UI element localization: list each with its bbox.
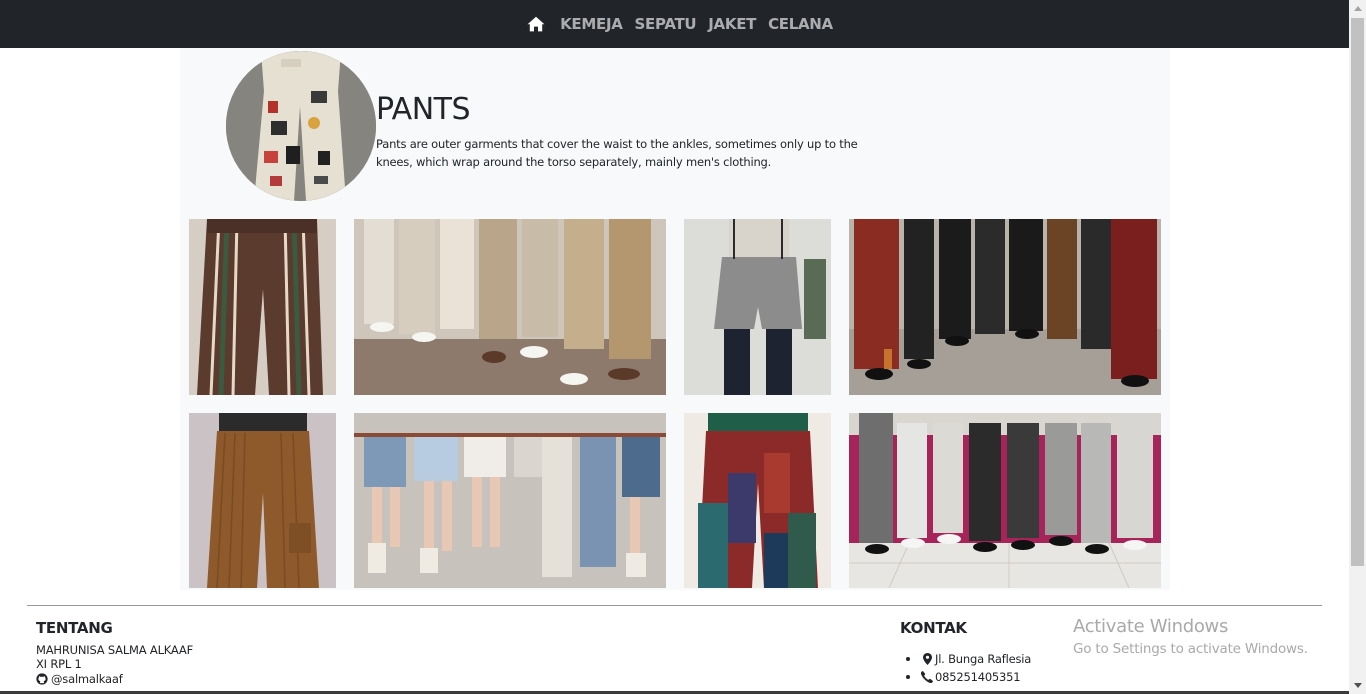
gallery-photo-girls-skirts-denim[interactable] <box>354 413 666 588</box>
scrollbar-thumb[interactable] <box>1351 18 1364 566</box>
scroll-down-arrow-icon[interactable] <box>1349 677 1366 694</box>
github-username: @salmalkaaf <box>51 672 123 686</box>
page-title: PANTS <box>376 92 471 127</box>
scroll-up-arrow-icon[interactable] <box>1349 0 1366 17</box>
list-bullet <box>906 675 910 679</box>
top-navbar: KEMEJA SEPATU JAKET CELANA <box>0 0 1349 48</box>
footer-author-class: XI RPL 1 <box>36 657 82 671</box>
gallery-photo-beige-trousers-group[interactable] <box>354 219 666 395</box>
footer-divider <box>27 605 1322 606</box>
contact-phone-text: 085251405351 <box>935 670 1021 684</box>
list-bullet <box>906 657 910 661</box>
category-avatar-image <box>226 51 376 201</box>
nav-item-sepatu[interactable]: SEPATU <box>629 0 703 48</box>
contact-item-address: Jl. Bunga Raflesia <box>906 650 1031 668</box>
vertical-scrollbar[interactable] <box>1349 0 1366 694</box>
gallery-photo-dark-suits-group[interactable] <box>849 219 1161 395</box>
home-icon[interactable] <box>518 0 554 48</box>
github-icon <box>36 673 48 685</box>
footer-author-name: MAHRUNISA SALMA ALKAAF <box>36 643 193 657</box>
phone-icon <box>921 671 933 683</box>
contact-list: Jl. Bunga Raflesia 085251405351 <box>906 650 1031 686</box>
map-pin-icon <box>921 653 933 665</box>
nav-item-jaket[interactable]: JAKET <box>702 0 762 48</box>
activate-windows-subtitle: Go to Settings to activate Windows. <box>1073 641 1308 657</box>
gallery-photo-corduroy-pants[interactable] <box>189 413 336 588</box>
footer-about-title: TENTANG <box>36 619 113 637</box>
gallery-photo-patchwork-pants[interactable] <box>684 413 831 588</box>
gallery-photo-grey-pants-group[interactable] <box>849 413 1161 588</box>
gallery-photo-grey-shorts[interactable] <box>684 219 831 395</box>
contact-address-text: Jl. Bunga Raflesia <box>935 652 1032 666</box>
footer-contact-title: KONTAK <box>900 619 967 637</box>
page-description: Pants are outer garments that cover the … <box>376 137 858 169</box>
footer-github-link[interactable]: @salmalkaaf <box>36 672 123 686</box>
nav-item-celana[interactable]: CELANA <box>762 0 839 48</box>
page: KEMEJA SEPATU JAKET CELANA PANTS Pants a… <box>0 0 1366 694</box>
activate-windows-title: Activate Windows <box>1073 616 1229 637</box>
gallery-photo-striped-pants[interactable] <box>189 219 336 395</box>
nav-item-kemeja[interactable]: KEMEJA <box>554 0 628 48</box>
contact-item-phone: 085251405351 <box>906 668 1031 686</box>
nav-menu: KEMEJA SEPATU JAKET CELANA <box>518 0 839 48</box>
